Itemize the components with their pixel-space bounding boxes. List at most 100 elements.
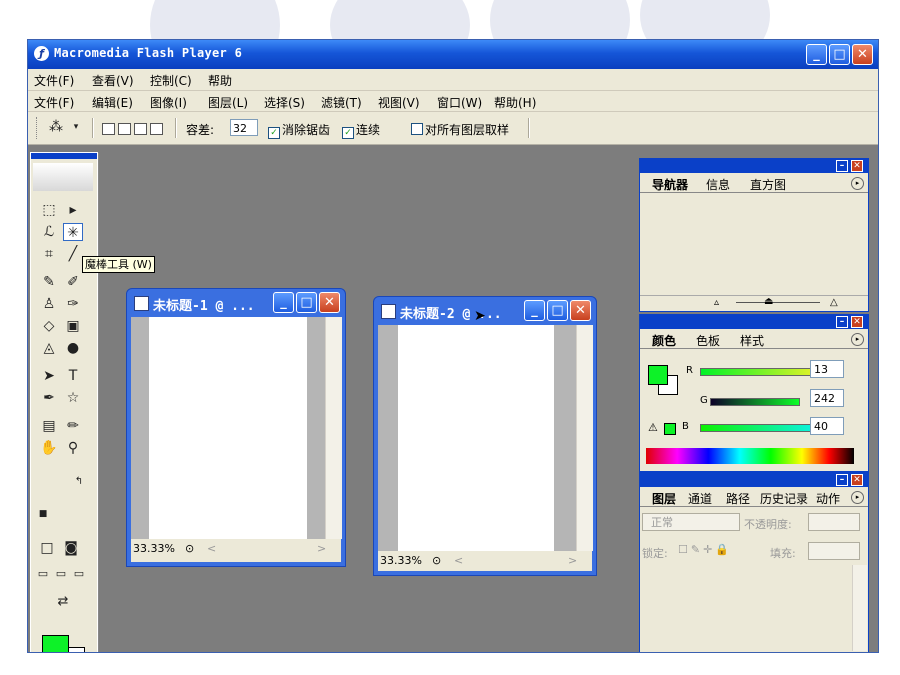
move-tool-icon[interactable]: ▸ (63, 201, 83, 219)
photoshop-feather-logo[interactable] (33, 163, 93, 191)
blend-mode-select[interactable]: 正常 (642, 513, 740, 531)
jump-to-imageready-icon[interactable]: ⇄ (45, 593, 81, 611)
panel-menu-icon[interactable]: ▸ (851, 491, 864, 504)
ps-menu-filter[interactable]: 滤镜(T) (321, 94, 362, 111)
ps-menu-help[interactable]: 帮助(H) (494, 94, 536, 111)
doc2-maximize-button[interactable]: □ (547, 300, 568, 321)
slice-tool-icon[interactable]: ╱ (63, 245, 83, 263)
gamut-color-swatch[interactable] (664, 423, 676, 435)
tab-histogram[interactable]: 直方图 (750, 176, 786, 193)
zoom-in-icon[interactable]: △ (830, 297, 838, 308)
navigator-zoom-slider[interactable]: ▵ ⏏ △ (640, 295, 868, 312)
options-grip[interactable] (36, 117, 40, 139)
custom-shape-tool-icon[interactable]: ☆ (63, 389, 83, 407)
document-2-vertical-scrollbar[interactable] (576, 325, 593, 551)
tab-history[interactable]: 历史记录 (760, 490, 808, 507)
color-panel-header[interactable]: – ✕ (640, 315, 868, 329)
healing-brush-tool-icon[interactable]: ✎ (39, 273, 59, 291)
standard-screen-mode-icon[interactable]: ▭ (33, 565, 53, 583)
hand-tool-icon[interactable]: ✋ (39, 439, 59, 457)
ps-menu-layer[interactable]: 图层(L) (208, 94, 248, 111)
panel-menu-icon[interactable]: ▸ (851, 177, 864, 190)
quick-mask-mode-icon[interactable]: ◙ (61, 539, 81, 557)
type-tool-icon[interactable]: T (63, 367, 83, 385)
doc2-close-button[interactable]: ✕ (570, 300, 591, 321)
intersect-selection-icon[interactable] (150, 123, 163, 135)
ps-menu-window[interactable]: 窗口(W) (437, 94, 482, 111)
document-1-canvas[interactable] (149, 317, 307, 539)
toolbox-header[interactable] (31, 153, 97, 159)
scroll-left-icon[interactable]: < (207, 542, 216, 555)
ps-menu-edit[interactable]: 编辑(E) (92, 94, 133, 111)
tab-info[interactable]: 信息 (706, 176, 730, 193)
document-1-zoom[interactable]: 33.33% (133, 542, 175, 555)
doc1-minimize-button[interactable]: _ (273, 292, 294, 313)
gamut-warning-icon[interactable]: ⚠ (648, 421, 658, 434)
notes-tool-icon[interactable]: ▤ (39, 417, 59, 435)
new-selection-icon[interactable] (102, 123, 115, 135)
status-menu-icon[interactable]: ⊙ (432, 554, 441, 567)
panel-minimize-button[interactable]: – (836, 474, 848, 486)
flash-menu-control[interactable]: 控制(C) (150, 72, 192, 89)
ps-menu-view[interactable]: 视图(V) (378, 94, 420, 111)
tab-swatches[interactable]: 色板 (696, 332, 720, 349)
ps-menu-image[interactable]: 图像(I) (150, 94, 187, 111)
subtract-selection-icon[interactable] (134, 123, 147, 135)
document-2-canvas[interactable] (398, 325, 554, 551)
doc1-maximize-button[interactable]: □ (296, 292, 317, 313)
magic-wand-tool-icon[interactable]: ✳ (63, 223, 83, 241)
antialias-checkbox[interactable]: ✓ 消除锯齿 (268, 121, 330, 139)
layers-scrollbar[interactable] (852, 565, 867, 651)
minimize-button[interactable]: _ (806, 44, 827, 65)
tab-styles[interactable]: 样式 (740, 332, 764, 349)
gradient-tool-icon[interactable]: ▣ (63, 317, 83, 335)
tolerance-input[interactable]: 32 (230, 119, 258, 136)
lasso-tool-icon[interactable]: ℒ (39, 223, 59, 241)
scroll-right-icon[interactable]: > (317, 542, 326, 555)
panel-menu-icon[interactable]: ▸ (851, 333, 864, 346)
preset-dropdown-arrow-icon[interactable]: ▾ (66, 118, 86, 136)
lock-icons[interactable]: ☐✎✛🔒 (678, 543, 732, 556)
channel-b-input[interactable]: 40 (810, 417, 844, 435)
scroll-right-icon[interactable]: > (568, 554, 577, 567)
path-selection-tool-icon[interactable]: ➤ (39, 367, 59, 385)
doc1-close-button[interactable]: ✕ (319, 292, 340, 313)
channel-r-input[interactable]: 13 (810, 360, 844, 378)
scroll-left-icon[interactable]: < (454, 554, 463, 567)
opacity-input[interactable] (808, 513, 860, 531)
foreground-color-swatch[interactable] (42, 635, 69, 652)
panel-close-button[interactable]: ✕ (851, 474, 863, 486)
standard-mode-icon[interactable]: □ (37, 539, 57, 557)
ps-menu-select[interactable]: 选择(S) (264, 94, 305, 111)
panel-minimize-button[interactable]: – (836, 316, 848, 328)
document-1-vertical-scrollbar[interactable] (325, 317, 342, 539)
window-titlebar[interactable]: ƒ Macromedia Flash Player 6 _ □ ✕ (28, 40, 878, 69)
history-brush-tool-icon[interactable]: ✑ (63, 295, 83, 313)
swap-colors-icon[interactable]: ↰ (69, 473, 89, 491)
dodge-tool-icon[interactable]: ● (63, 339, 83, 357)
brush-tool-icon[interactable]: ✐ (63, 273, 83, 291)
tab-layers[interactable]: 图层 (652, 490, 676, 507)
close-button[interactable]: ✕ (852, 44, 873, 65)
maximize-button[interactable]: □ (829, 44, 850, 65)
tab-actions[interactable]: 动作 (816, 490, 840, 507)
channel-g-input[interactable]: 242 (810, 389, 844, 407)
color-spectrum-bar[interactable] (646, 448, 854, 464)
tab-navigator[interactable]: 导航器 (652, 176, 688, 193)
marquee-tool-icon[interactable]: ⬚ (39, 201, 59, 219)
channel-g-slider[interactable] (710, 398, 800, 406)
navigator-panel-header[interactable]: – ✕ (640, 159, 868, 173)
zoom-tool-icon[interactable]: ⚲ (63, 439, 83, 457)
eyedropper-tool-icon[interactable]: ✏ (63, 417, 83, 435)
full-screen-menu-mode-icon[interactable]: ▭ (51, 565, 71, 583)
panel-minimize-button[interactable]: – (836, 160, 848, 172)
slider-thumb[interactable]: ⏏ (764, 296, 773, 307)
tab-color[interactable]: 颜色 (652, 332, 676, 349)
contiguous-checkbox[interactable]: ✓ 连续 (342, 121, 380, 139)
blur-tool-icon[interactable]: ◬ (39, 339, 59, 357)
full-screen-mode-icon[interactable]: ▭ (69, 565, 89, 583)
panel-close-button[interactable]: ✕ (851, 316, 863, 328)
fill-input[interactable] (808, 542, 860, 560)
color-panel-fg-swatch[interactable] (648, 365, 668, 385)
ps-menu-file[interactable]: 文件(F) (34, 94, 74, 111)
